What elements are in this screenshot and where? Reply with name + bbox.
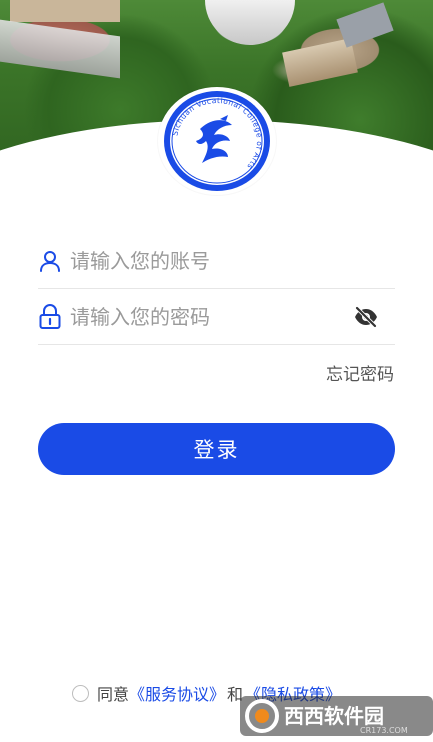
agreement-radio[interactable] <box>72 684 89 702</box>
site-watermark: 西西软件园 CR173.COM <box>240 690 433 742</box>
service-agreement-link[interactable]: 《服务协议》 <box>129 681 225 705</box>
account-field-row <box>38 233 395 289</box>
user-icon <box>38 246 68 276</box>
lock-icon <box>38 302 68 332</box>
eye-off-icon[interactable] <box>349 300 383 334</box>
college-logo: Sichuan Vocational College of Arts <box>158 87 276 195</box>
watermark-logo-icon: 西西软件园 CR173.COM <box>240 696 433 736</box>
watermark-text: 西西软件园 <box>284 704 384 728</box>
agreement-prefix: 同意 <box>97 685 130 704</box>
college-seal-icon: Sichuan Vocational College of Arts <box>164 91 270 191</box>
password-field-row <box>38 289 395 345</box>
login-button[interactable]: 登录 <box>38 423 395 475</box>
watermark-subtext: CR173.COM <box>360 726 408 735</box>
password-input[interactable] <box>68 296 349 337</box>
forgot-password-link[interactable]: 忘记密码 <box>326 360 394 385</box>
account-input[interactable] <box>68 240 395 281</box>
